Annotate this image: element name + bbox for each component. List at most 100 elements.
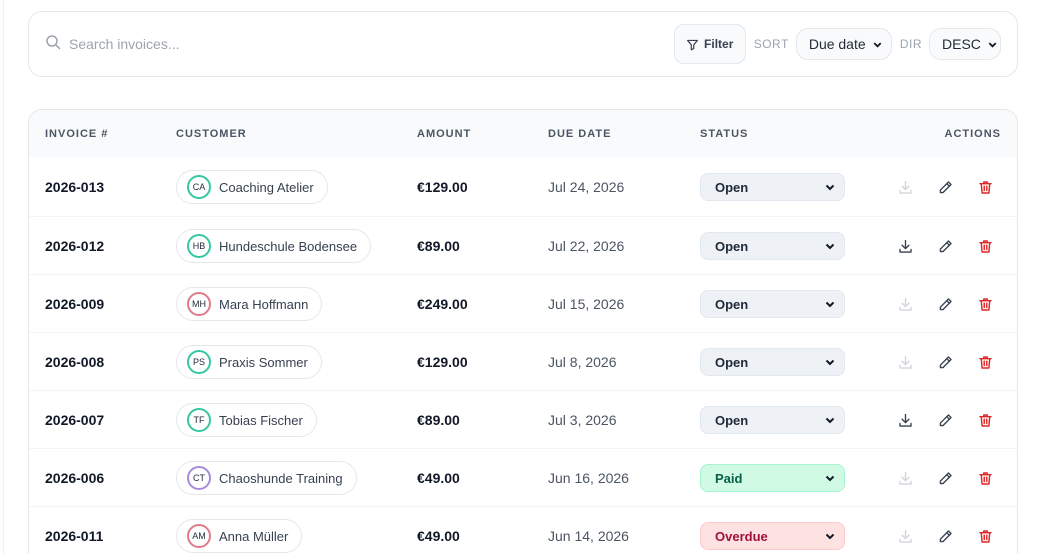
header-status: STATUS <box>700 128 749 140</box>
customer-chip[interactable]: AM Anna Müller <box>176 519 303 553</box>
invoice-number: 2026-008 <box>45 354 105 370</box>
avatar: HB <box>187 234 211 258</box>
trash-icon[interactable] <box>975 526 995 546</box>
invoice-number: 2026-009 <box>45 296 105 312</box>
customer-chip[interactable]: MH Mara Hoffmann <box>176 287 323 321</box>
toolbar: Filter SORT Due date DIR DESC <box>28 11 1018 77</box>
header-amount: AMOUNT <box>417 128 472 140</box>
sort-value: Due date <box>808 36 866 52</box>
pencil-icon[interactable] <box>935 177 955 197</box>
table-body: 2026-013 CA Coaching Atelier €129.00 Jul… <box>29 158 1017 554</box>
trash-icon[interactable] <box>975 294 995 314</box>
status-select[interactable]: Open <box>700 173 845 201</box>
chevron-down-icon <box>824 414 836 426</box>
dir-label: DIR <box>899 37 922 51</box>
sort-label: SORT <box>753 37 789 51</box>
table-row: 2026-009 MH Mara Hoffmann €249.00 Jul 15… <box>29 274 1017 332</box>
header-due-date: DUE DATE <box>548 128 612 140</box>
invoice-number: 2026-013 <box>45 179 105 195</box>
avatar: AM <box>187 524 211 548</box>
download-icon[interactable] <box>895 410 915 430</box>
download-icon <box>895 526 915 546</box>
customer-name: Chaoshunde Training <box>219 470 343 486</box>
pencil-icon[interactable] <box>935 352 955 372</box>
customer-chip[interactable]: CA Coaching Atelier <box>176 170 328 204</box>
customer-name: Hundeschule Bodensee <box>219 238 358 254</box>
invoice-amount: €89.00 <box>417 412 460 428</box>
avatar: PS <box>187 350 211 374</box>
table-row: 2026-006 CT Chaoshunde Training €49.00 J… <box>29 448 1017 506</box>
pencil-icon[interactable] <box>935 294 955 314</box>
customer-chip[interactable]: CT Chaoshunde Training <box>176 461 357 495</box>
search-icon <box>45 34 61 55</box>
trash-icon[interactable] <box>975 177 995 197</box>
chevron-down-icon <box>824 298 836 310</box>
due-date: Jul 8, 2026 <box>548 354 617 370</box>
invoice-amount: €129.00 <box>417 179 468 195</box>
status-value: Open <box>715 354 749 370</box>
avatar: TF <box>187 408 211 432</box>
invoice-amount: €49.00 <box>417 470 460 486</box>
status-select[interactable]: Paid <box>700 464 845 492</box>
trash-icon[interactable] <box>975 352 995 372</box>
status-select[interactable]: Open <box>700 290 845 318</box>
pencil-icon[interactable] <box>935 236 955 256</box>
pencil-icon[interactable] <box>935 468 955 488</box>
status-select[interactable]: Overdue <box>700 522 845 550</box>
customer-chip[interactable]: TF Tobias Fischer <box>176 403 317 437</box>
trash-icon[interactable] <box>975 410 995 430</box>
trash-icon[interactable] <box>975 236 995 256</box>
table-row: 2026-008 PS Praxis Sommer €129.00 Jul 8,… <box>29 332 1017 390</box>
chevron-down-icon <box>987 39 998 50</box>
invoice-number: 2026-006 <box>45 470 105 486</box>
table-row: 2026-012 HB Hundeschule Bodensee €89.00 … <box>29 216 1017 274</box>
customer-chip[interactable]: HB Hundeschule Bodensee <box>176 229 372 263</box>
dir-select[interactable]: DESC <box>929 28 1001 60</box>
page-edge <box>3 0 4 554</box>
dir-value: DESC <box>942 36 981 52</box>
invoice-amount: €89.00 <box>417 238 460 254</box>
invoice-table: INVOICE # CUSTOMER AMOUNT DUE DATE STATU… <box>28 109 1018 554</box>
customer-name: Mara Hoffmann <box>219 296 309 312</box>
invoice-number: 2026-007 <box>45 412 105 428</box>
table-header: INVOICE # CUSTOMER AMOUNT DUE DATE STATU… <box>29 110 1017 158</box>
table-row: 2026-013 CA Coaching Atelier €129.00 Jul… <box>29 158 1017 216</box>
trash-icon[interactable] <box>975 468 995 488</box>
header-customer: CUSTOMER <box>176 128 247 140</box>
pencil-icon[interactable] <box>935 410 955 430</box>
invoice-amount: €129.00 <box>417 354 468 370</box>
due-date: Jul 22, 2026 <box>548 238 625 254</box>
header-invoice: INVOICE # <box>45 128 109 140</box>
due-date: Jun 14, 2026 <box>548 528 629 544</box>
filter-button[interactable]: Filter <box>673 24 746 64</box>
download-icon[interactable] <box>895 236 915 256</box>
status-value: Open <box>715 179 749 195</box>
status-select[interactable]: Open <box>700 406 845 434</box>
status-select[interactable]: Open <box>700 348 845 376</box>
chevron-down-icon <box>824 356 836 368</box>
chevron-down-icon <box>872 39 883 50</box>
status-value: Open <box>715 238 749 254</box>
search-input[interactable] <box>69 36 369 52</box>
chevron-down-icon <box>824 530 836 542</box>
pencil-icon[interactable] <box>935 526 955 546</box>
customer-name: Coaching Atelier <box>219 179 314 195</box>
download-icon <box>895 177 915 197</box>
avatar: MH <box>187 292 211 316</box>
due-date: Jul 24, 2026 <box>548 179 625 195</box>
avatar: CT <box>187 466 211 490</box>
due-date: Jul 3, 2026 <box>548 412 617 428</box>
customer-chip[interactable]: PS Praxis Sommer <box>176 345 322 379</box>
header-actions: ACTIONS <box>944 128 1001 140</box>
filter-label: Filter <box>704 37 734 51</box>
chevron-down-icon <box>824 472 836 484</box>
avatar: CA <box>187 175 211 199</box>
invoice-amount: €49.00 <box>417 528 460 544</box>
sort-select[interactable]: Due date <box>795 28 892 60</box>
status-select[interactable]: Open <box>700 232 845 260</box>
customer-name: Tobias Fischer <box>219 412 303 428</box>
download-icon <box>895 468 915 488</box>
search-box <box>45 34 674 55</box>
invoice-amount: €249.00 <box>417 296 468 312</box>
download-icon <box>895 294 915 314</box>
